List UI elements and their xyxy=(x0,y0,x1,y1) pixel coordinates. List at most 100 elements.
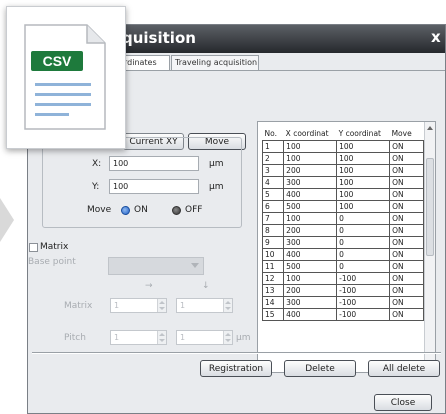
cell-move: ON xyxy=(389,236,424,249)
cell-move: ON xyxy=(389,212,424,225)
matrix-x-value: 1 xyxy=(114,301,120,310)
matrix-label: Matrix xyxy=(64,301,93,311)
table-row[interactable]: 9 300 0 ON xyxy=(261,236,424,249)
cell-y: -100 xyxy=(336,308,391,321)
cell-x: 400 xyxy=(283,248,338,261)
table-row[interactable]: 7 100 0 ON xyxy=(261,212,424,225)
table-row[interactable]: 15 400 -100 ON xyxy=(261,308,424,321)
table-row[interactable]: 14 300 -100 ON xyxy=(261,296,424,309)
table-row[interactable]: 8 200 0 ON xyxy=(261,224,424,237)
cell-move: ON xyxy=(389,284,424,297)
cell-y: 0 xyxy=(336,212,391,225)
cell-y: 100 xyxy=(336,140,391,153)
matrix-checkbox-label: Matrix xyxy=(40,242,69,252)
cell-x: 100 xyxy=(283,152,338,165)
pitch-label: Pitch xyxy=(64,333,86,343)
cell-no: 6 xyxy=(261,200,285,213)
move-on-radio[interactable] xyxy=(121,206,130,215)
cell-y: 0 xyxy=(336,248,391,261)
move-off-radio[interactable] xyxy=(172,206,181,215)
cell-move: ON xyxy=(389,140,424,153)
close-window-icon[interactable]: x xyxy=(431,28,446,46)
pitch-y-stepper[interactable]: 1 xyxy=(176,330,233,345)
table-scrollbar[interactable] xyxy=(424,122,435,372)
cell-no: 12 xyxy=(261,272,285,285)
window-title: quisition xyxy=(122,29,196,47)
cell-no: 2 xyxy=(261,152,285,165)
scroll-up-icon[interactable] xyxy=(427,126,433,130)
cell-no: 3 xyxy=(261,164,285,177)
x-coordinate-input[interactable]: 100 xyxy=(109,156,199,171)
cell-x: 400 xyxy=(283,308,338,321)
cell-x: 500 xyxy=(283,260,338,273)
pitch-unit-label: µm xyxy=(236,333,251,343)
cell-y: 0 xyxy=(336,224,391,237)
matrix-y-stepper[interactable]: 1 xyxy=(176,298,233,313)
cell-no: 7 xyxy=(261,212,285,225)
x-label: X: xyxy=(92,159,102,169)
background-chevron-shape xyxy=(0,198,14,242)
tab-coordinates[interactable]: rdinates xyxy=(120,55,170,70)
cell-y: 0 xyxy=(336,236,391,249)
x-unit-label: µm xyxy=(209,159,224,169)
cell-x: 300 xyxy=(283,176,338,189)
close-button[interactable]: Close xyxy=(374,394,432,411)
delete-button[interactable]: Delete xyxy=(284,360,356,377)
stepper-arrows-icon[interactable] xyxy=(157,331,166,344)
table-row[interactable]: 5 400 100 ON xyxy=(261,188,424,201)
table-row[interactable]: 13 200 -100 ON xyxy=(261,284,424,297)
cell-no: 9 xyxy=(261,236,285,249)
registration-button[interactable]: Registration xyxy=(200,360,272,377)
table-row[interactable]: 6 500 100 ON xyxy=(261,200,424,213)
table-row[interactable]: 1 100 100 ON xyxy=(261,140,424,153)
cell-move: ON xyxy=(389,188,424,201)
move-mode-label: Move xyxy=(87,205,112,215)
cell-y: -100 xyxy=(336,284,391,297)
arrow-right-glyph: → xyxy=(145,281,153,291)
cell-no: 8 xyxy=(261,224,285,237)
table-row[interactable]: 10 400 0 ON xyxy=(261,248,424,261)
cell-y: 100 xyxy=(336,164,391,177)
move-off-label: OFF xyxy=(185,205,203,215)
column-header-move: Move xyxy=(389,126,424,141)
coordinates-table[interactable]: No. X coordinat Y coordinat Move 1 100 100… xyxy=(257,121,436,373)
table-row[interactable]: 2 100 100 ON xyxy=(261,152,424,165)
stepper-arrows-icon[interactable] xyxy=(223,331,232,344)
base-point-dropdown[interactable] xyxy=(108,257,204,275)
tab-traveling-acquisition[interactable]: Traveling acquisition xyxy=(171,55,259,70)
matrix-checkbox[interactable] xyxy=(29,243,38,252)
cell-move: ON xyxy=(389,248,424,261)
pitch-x-stepper[interactable]: 1 xyxy=(110,330,167,345)
csv-badge-text: CSV xyxy=(43,53,72,69)
cell-move: ON xyxy=(389,152,424,165)
pitch-x-value: 1 xyxy=(114,333,120,342)
all-delete-button[interactable]: All delete xyxy=(368,360,440,377)
base-point-label: Base point xyxy=(28,257,76,267)
table-row[interactable]: 12 100 -100 ON xyxy=(261,272,424,285)
cell-x: 100 xyxy=(283,140,338,153)
cell-no: 14 xyxy=(261,296,285,309)
table-header-row: No. X coordinat Y coordinat Move xyxy=(262,126,424,141)
stepper-arrows-icon[interactable] xyxy=(223,299,232,312)
y-coordinate-input[interactable]: 100 xyxy=(109,179,199,194)
cell-move: ON xyxy=(389,164,424,177)
column-header-x: X coordinat xyxy=(283,126,337,141)
matrix-x-stepper[interactable]: 1 xyxy=(110,298,167,313)
cell-x: 100 xyxy=(283,272,338,285)
table-row[interactable]: 3 200 100 ON xyxy=(261,164,424,177)
cell-x: 200 xyxy=(283,164,338,177)
cell-move: ON xyxy=(389,260,424,273)
cell-move: ON xyxy=(389,308,424,321)
cell-move: ON xyxy=(389,224,424,237)
cell-y: -100 xyxy=(336,272,391,285)
stepper-arrows-icon[interactable] xyxy=(157,299,166,312)
scrollbar-thumb[interactable] xyxy=(426,158,434,256)
y-label: Y: xyxy=(92,182,100,192)
cell-move: ON xyxy=(389,176,424,189)
cell-move: ON xyxy=(389,296,424,309)
table-row[interactable]: 11 500 0 ON xyxy=(261,260,424,273)
y-unit-label: µm xyxy=(209,182,224,192)
cell-y: -100 xyxy=(336,296,391,309)
cell-x: 200 xyxy=(283,224,338,237)
table-row[interactable]: 4 300 100 ON xyxy=(261,176,424,189)
